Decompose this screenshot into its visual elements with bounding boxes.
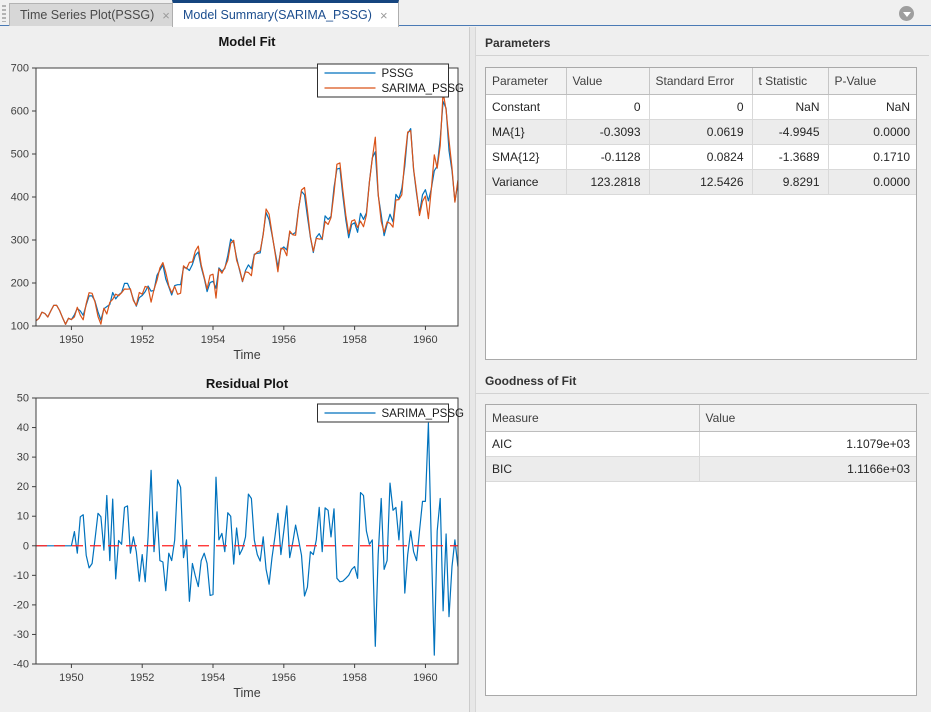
table-cell: 0.0824: [649, 144, 753, 170]
svg-text:1950: 1950: [59, 334, 83, 346]
chart-title: Residual Plot: [206, 376, 289, 391]
table-cell: 12.5426: [649, 169, 753, 195]
table-cell: 123.2818: [566, 169, 650, 195]
tab-model-summary[interactable]: Model Summary(SARIMA_PSSG) ×: [172, 0, 399, 27]
svg-text:-20: -20: [13, 599, 29, 611]
table-cell: NaN: [828, 94, 916, 120]
svg-text:1952: 1952: [130, 672, 154, 684]
tab-bar-grip-icon: [2, 5, 6, 22]
svg-text:1960: 1960: [413, 334, 437, 346]
svg-text:1958: 1958: [342, 334, 366, 346]
svg-text:500: 500: [11, 149, 29, 161]
svg-text:-30: -30: [13, 629, 29, 641]
goodness-section-title: Goodness of Fit: [476, 360, 929, 394]
tab-overflow-button[interactable]: [899, 6, 914, 21]
table-cell: -1.3689: [752, 144, 829, 170]
table-cell: MA{1}: [486, 119, 567, 145]
column-header: Measure: [486, 405, 700, 432]
svg-text:400: 400: [11, 192, 29, 204]
table-cell: AIC: [486, 431, 700, 457]
svg-text:1958: 1958: [342, 672, 366, 684]
column-header: Standard Error: [649, 68, 753, 95]
model-summary-charts[interactable]: 1950 1952 1954 1956 1958 19601002003004005006…: [0, 27, 469, 712]
tab-label: Time Series Plot(PSSG): [20, 8, 155, 22]
svg-text:1950: 1950: [59, 672, 83, 684]
svg-text:-10: -10: [13, 570, 29, 582]
vertical-splitter[interactable]: [469, 27, 476, 712]
table-cell: Variance: [486, 169, 567, 195]
parameters-table: Parameter Value Standard Error t Statistic P…: [485, 67, 917, 360]
main-content: 1950 1952 1954 1956 1958 1960 100 200 300 400 500 6…: [0, 27, 931, 712]
table-cell: Constant: [486, 94, 567, 120]
svg-text:40: 40: [17, 422, 29, 434]
svg-text:1954: 1954: [201, 672, 225, 684]
table-cell: 0: [566, 94, 650, 120]
svg-text:700: 700: [11, 63, 29, 75]
legend-entry-label: SARIMA_PSSG: [382, 408, 464, 420]
svg-text:1952: 1952: [130, 334, 154, 346]
tab-label: Model Summary(SARIMA_PSSG): [183, 8, 372, 22]
table-cell: -4.9945: [752, 119, 829, 145]
table-cell: SMA{12}: [486, 144, 567, 170]
tab-time-series-plot[interactable]: Time Series Plot(PSSG) ×: [9, 3, 181, 26]
table-cell: 0.0000: [828, 119, 916, 145]
close-icon[interactable]: ×: [162, 9, 170, 22]
table-cell: 1.1166e+03: [699, 456, 916, 482]
parameters-section-title: Parameters: [476, 27, 929, 56]
chart-title: Model Fit: [218, 34, 276, 49]
x-axis-label: Time: [233, 686, 260, 700]
close-icon[interactable]: ×: [380, 9, 388, 22]
table-cell: 0.1710: [828, 144, 916, 170]
svg-text:1954: 1954: [201, 334, 225, 346]
svg-text:-40: -40: [13, 659, 29, 671]
svg-text:1956: 1956: [272, 334, 296, 346]
svg-text:0: 0: [23, 540, 29, 552]
document-tab-bar: Time Series Plot(PSSG) × Model Summary(S…: [0, 0, 931, 27]
table-cell: -0.3093: [566, 119, 650, 145]
column-header: t Statistic: [752, 68, 829, 95]
column-header: Value: [566, 68, 650, 95]
legend-entry-label: PSSG: [382, 68, 414, 80]
goodness-of-fit-table: Measure Value AIC 1.1079e+03 BIC 1.1166e+03: [485, 404, 917, 696]
summary-tables-pane: Parameters Parameter Value Standard Error t…: [476, 27, 931, 712]
svg-text:10: 10: [17, 511, 29, 523]
table-row: MA{1} -0.3093 0.0619 -4.9945 0.0000: [486, 119, 916, 145]
column-header: Parameter: [486, 68, 567, 95]
svg-text:20: 20: [17, 481, 29, 493]
table-cell: BIC: [486, 456, 700, 482]
chevron-down-icon: [902, 11, 911, 17]
econometric-modeler-document-area: Time Series Plot(PSSG) × Model Summary(S…: [0, 0, 931, 712]
column-header: P-Value: [828, 68, 916, 95]
table-row: BIC 1.1166e+03: [486, 456, 916, 482]
svg-text:100: 100: [11, 321, 29, 333]
table-cell: 0: [649, 94, 753, 120]
svg-text:1960: 1960: [413, 672, 437, 684]
legend-entry-label: SARIMA_PSSG: [382, 83, 464, 95]
column-header: Value: [699, 405, 916, 432]
table-row: Variance 123.2818 12.5426 9.8291 0.0000: [486, 169, 916, 195]
table-cell: 9.8291: [752, 169, 829, 195]
x-axis-label: Time: [233, 348, 260, 362]
charts-pane: 1950 1952 1954 1956 1958 1960 100 200 300 400 500 6…: [0, 27, 469, 712]
table-row: AIC 1.1079e+03: [486, 431, 916, 457]
legend: PSSG SARIMA_PSSG: [317, 63, 464, 98]
svg-text:200: 200: [11, 278, 29, 290]
table-cell: 0.0619: [649, 119, 753, 145]
table-cell: 0.0000: [828, 169, 916, 195]
table-cell: NaN: [752, 94, 829, 120]
svg-text:1956: 1956: [272, 672, 296, 684]
table-cell: 1.1079e+03: [699, 431, 916, 457]
legend: SARIMA_PSSG: [317, 403, 464, 423]
table-cell: -0.1128: [566, 144, 650, 170]
table-row: Constant 0 0 NaN NaN: [486, 94, 916, 120]
table-row: SMA{12} -0.1128 0.0824 -1.3689 0.1710: [486, 144, 916, 170]
svg-text:50: 50: [17, 393, 29, 405]
svg-text:30: 30: [17, 452, 29, 464]
svg-text:600: 600: [11, 106, 29, 118]
svg-text:300: 300: [11, 235, 29, 247]
